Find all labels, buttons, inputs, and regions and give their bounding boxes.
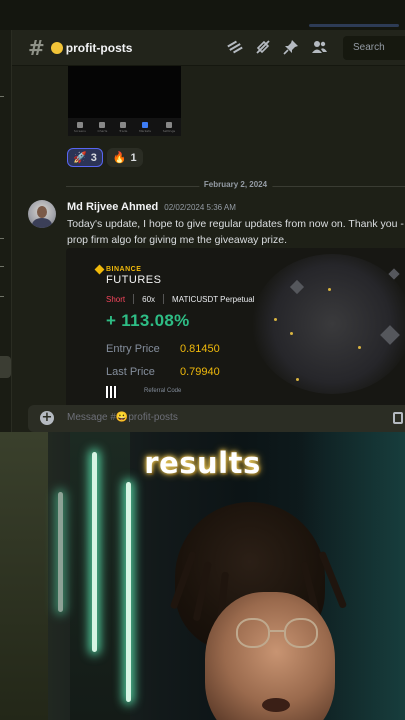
server-sidebar-edge (0, 30, 12, 432)
rocket-icon: 🚀 (73, 152, 87, 164)
position-row: Short 60x MATICUSDT Perpetual (106, 294, 254, 304)
date-divider-label: February 2, 2024 (198, 180, 273, 189)
app-bottom-nav: Screens Charts Trade Markets Settings (68, 118, 181, 136)
composer-placeholder: Message #😀profit-posts (67, 412, 178, 423)
entry-price-row: Entry Price 0.81450 (106, 343, 220, 355)
members-icon[interactable] (311, 39, 327, 55)
referral-label: Referral Code (144, 388, 182, 394)
message-header: Md Rijvee Ahmed 02/02/2024 5:36 AM (67, 201, 236, 213)
date-divider: February 2, 2024 (66, 180, 405, 192)
window-top-strip (0, 0, 405, 30)
mute-icon[interactable] (255, 39, 271, 55)
channel-title: profit-posts (65, 40, 133, 55)
pair-label: MATICUSDT Perpetual (172, 294, 255, 304)
smile-emoji-icon (50, 41, 63, 54)
reaction-bar: 🚀 3 🔥 1 (67, 148, 143, 167)
qr-code-icon (106, 386, 118, 398)
threads-icon[interactable] (227, 39, 243, 55)
video-caption: results (144, 446, 261, 480)
last-price-row: Last Price 0.79940 (106, 366, 220, 378)
reaction-count: 3 (90, 151, 97, 164)
search-input[interactable]: Search (343, 36, 405, 60)
reaction-count: 1 (130, 151, 137, 164)
reaction-rocket[interactable]: 🚀 3 (67, 148, 103, 167)
message-composer[interactable]: + Message #😀profit-posts (28, 405, 405, 432)
leverage-label: 60x (142, 294, 156, 304)
avatar[interactable] (28, 200, 56, 228)
binance-logo: BINANCE (94, 264, 141, 275)
add-attachment-icon[interactable]: + (40, 411, 54, 425)
message-list: Screens Charts Trade Markets Settings 🚀 … (12, 66, 405, 406)
message-timestamp: 02/02/2024 5:36 AM (164, 203, 236, 212)
pnl-value: + 113.08% (106, 311, 190, 330)
author-name[interactable]: Md Rijvee Ahmed (67, 201, 158, 213)
channel-header: # profit-posts Search (12, 30, 405, 66)
discord-screenshot: # profit-posts Search Screens Charts Tra… (0, 0, 405, 432)
gift-icon[interactable] (393, 412, 403, 424)
reaction-fire[interactable]: 🔥 1 (106, 148, 143, 167)
hash-icon: # (28, 35, 45, 60)
message-text: Today's update, I hope to give regular u… (67, 218, 404, 246)
video-frame: results (0, 432, 405, 720)
trade-card-image[interactable]: BINANCE FUTURES Short 60x MATICUSDT Perp… (66, 248, 405, 406)
product-label: FUTURES (106, 274, 162, 286)
side-label: Short (106, 294, 126, 304)
pin-icon[interactable] (283, 39, 299, 55)
fire-icon: 🔥 (112, 152, 127, 164)
settings-gear-icon[interactable] (0, 356, 11, 378)
video-attachment[interactable] (68, 66, 181, 118)
